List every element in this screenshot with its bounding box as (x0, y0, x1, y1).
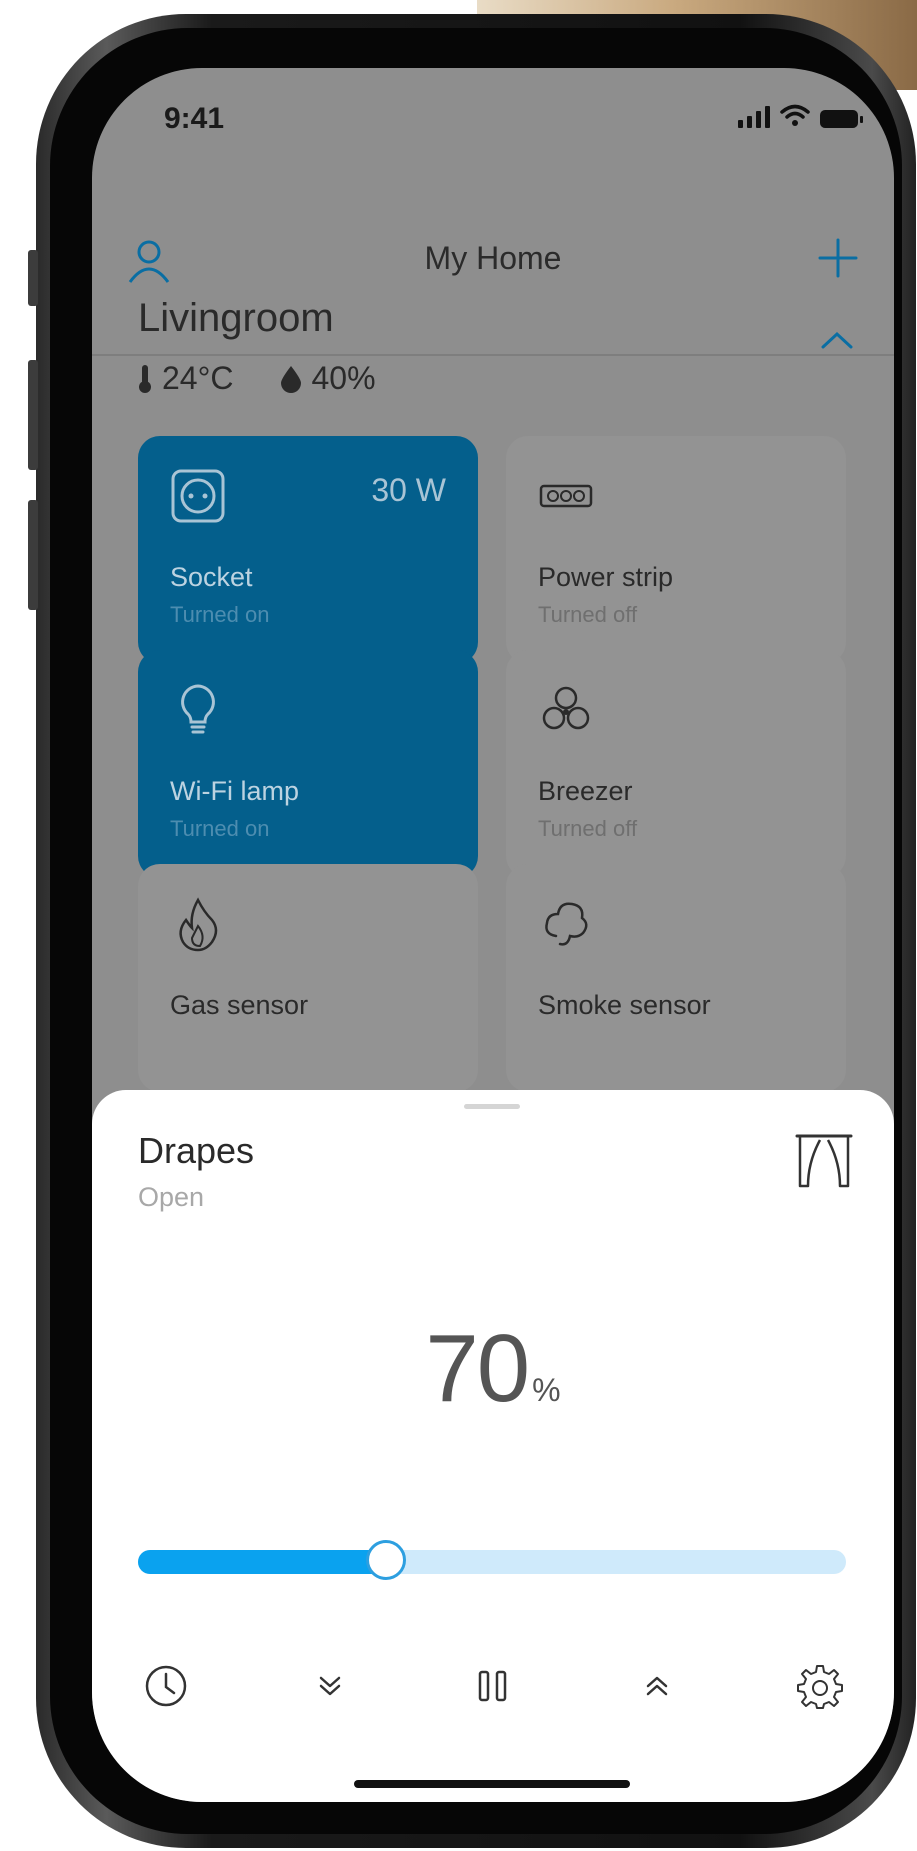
volume-down-button (28, 500, 38, 610)
slider-fill (138, 1550, 386, 1574)
page-title: My Home (424, 240, 562, 276)
lightbulb-icon (181, 684, 215, 734)
humidity-value: 40% (311, 360, 376, 396)
nav-divider (92, 354, 894, 356)
status-icons (738, 104, 863, 128)
pause-icon (478, 1670, 507, 1702)
device-name: Smoke sensor (538, 990, 711, 1020)
open-drapes-button[interactable] (629, 1658, 685, 1714)
drapes-controls (138, 1656, 848, 1716)
device-tile-gas-sensor[interactable]: Gas sensor (138, 864, 478, 1092)
double-chevron-down-icon (319, 1676, 340, 1696)
chevron-up-icon[interactable] (820, 330, 854, 350)
device-name: Breezer (538, 776, 633, 806)
device-power: 30 W (371, 472, 446, 508)
humidity-icon (280, 365, 301, 393)
volume-up-button (28, 360, 38, 470)
device-state: Turned off (538, 602, 638, 627)
device-tile-wifi-lamp[interactable]: Wi-Fi lamp Turned on (138, 650, 478, 878)
socket-icon (171, 469, 225, 523)
flame-icon (179, 897, 218, 952)
drapes-sheet: Drapes Open 70% (92, 1090, 894, 1802)
gear-icon (797, 1665, 843, 1709)
device-tile-socket[interactable]: 30 W Socket Turned on (138, 436, 478, 664)
device-name: Socket (170, 562, 253, 592)
fan-icon (542, 686, 590, 730)
wifi-icon (780, 104, 810, 126)
drapes-slider[interactable] (138, 1540, 846, 1580)
device-state: Turned on (170, 602, 270, 627)
drapes-icon (795, 1134, 853, 1188)
double-chevron-up-icon (646, 1676, 667, 1696)
clock-icon (145, 1665, 187, 1707)
device-tile-power-strip[interactable]: Power strip Turned off (506, 436, 846, 664)
slider-thumb[interactable] (365, 1540, 406, 1580)
close-drapes-button[interactable] (302, 1658, 358, 1714)
room-stats: 24°C 40% (138, 360, 416, 397)
pause-button[interactable] (465, 1658, 521, 1714)
battery-icon (820, 110, 863, 128)
device-tile-breezer[interactable]: Breezer Turned off (506, 650, 846, 878)
sheet-title: Drapes (138, 1130, 255, 1171)
mute-switch (28, 250, 38, 306)
schedule-button[interactable] (138, 1658, 194, 1714)
power-strip-icon (539, 484, 593, 508)
device-tile-smoke-sensor[interactable]: Smoke sensor (506, 864, 846, 1092)
app-screen: 9:41 My Home Livingroom 24°C 40% 30 W So… (92, 68, 894, 1802)
status-time: 9:41 (164, 102, 225, 135)
plus-icon[interactable] (818, 238, 858, 278)
device-state: Turned on (170, 816, 270, 841)
signal-icon (738, 104, 770, 128)
device-name: Gas sensor (170, 990, 309, 1020)
percentage-unit: % (532, 1372, 561, 1408)
thermometer-icon (139, 364, 151, 393)
sheet-subtitle: Open (138, 1182, 205, 1212)
cloud-icon (545, 902, 588, 946)
temperature-value: 24°C (162, 360, 234, 396)
sheet-grabber[interactable] (464, 1104, 520, 1109)
device-state: Turned off (538, 816, 638, 841)
home-indicator[interactable] (354, 1780, 630, 1788)
device-name: Power strip (538, 562, 674, 592)
room-name: Livingroom (138, 296, 334, 340)
settings-button[interactable] (792, 1658, 848, 1714)
device-name: Wi-Fi lamp (170, 776, 299, 806)
drapes-percentage: 70% (92, 1314, 894, 1424)
percentage-value: 70 (425, 1315, 530, 1422)
